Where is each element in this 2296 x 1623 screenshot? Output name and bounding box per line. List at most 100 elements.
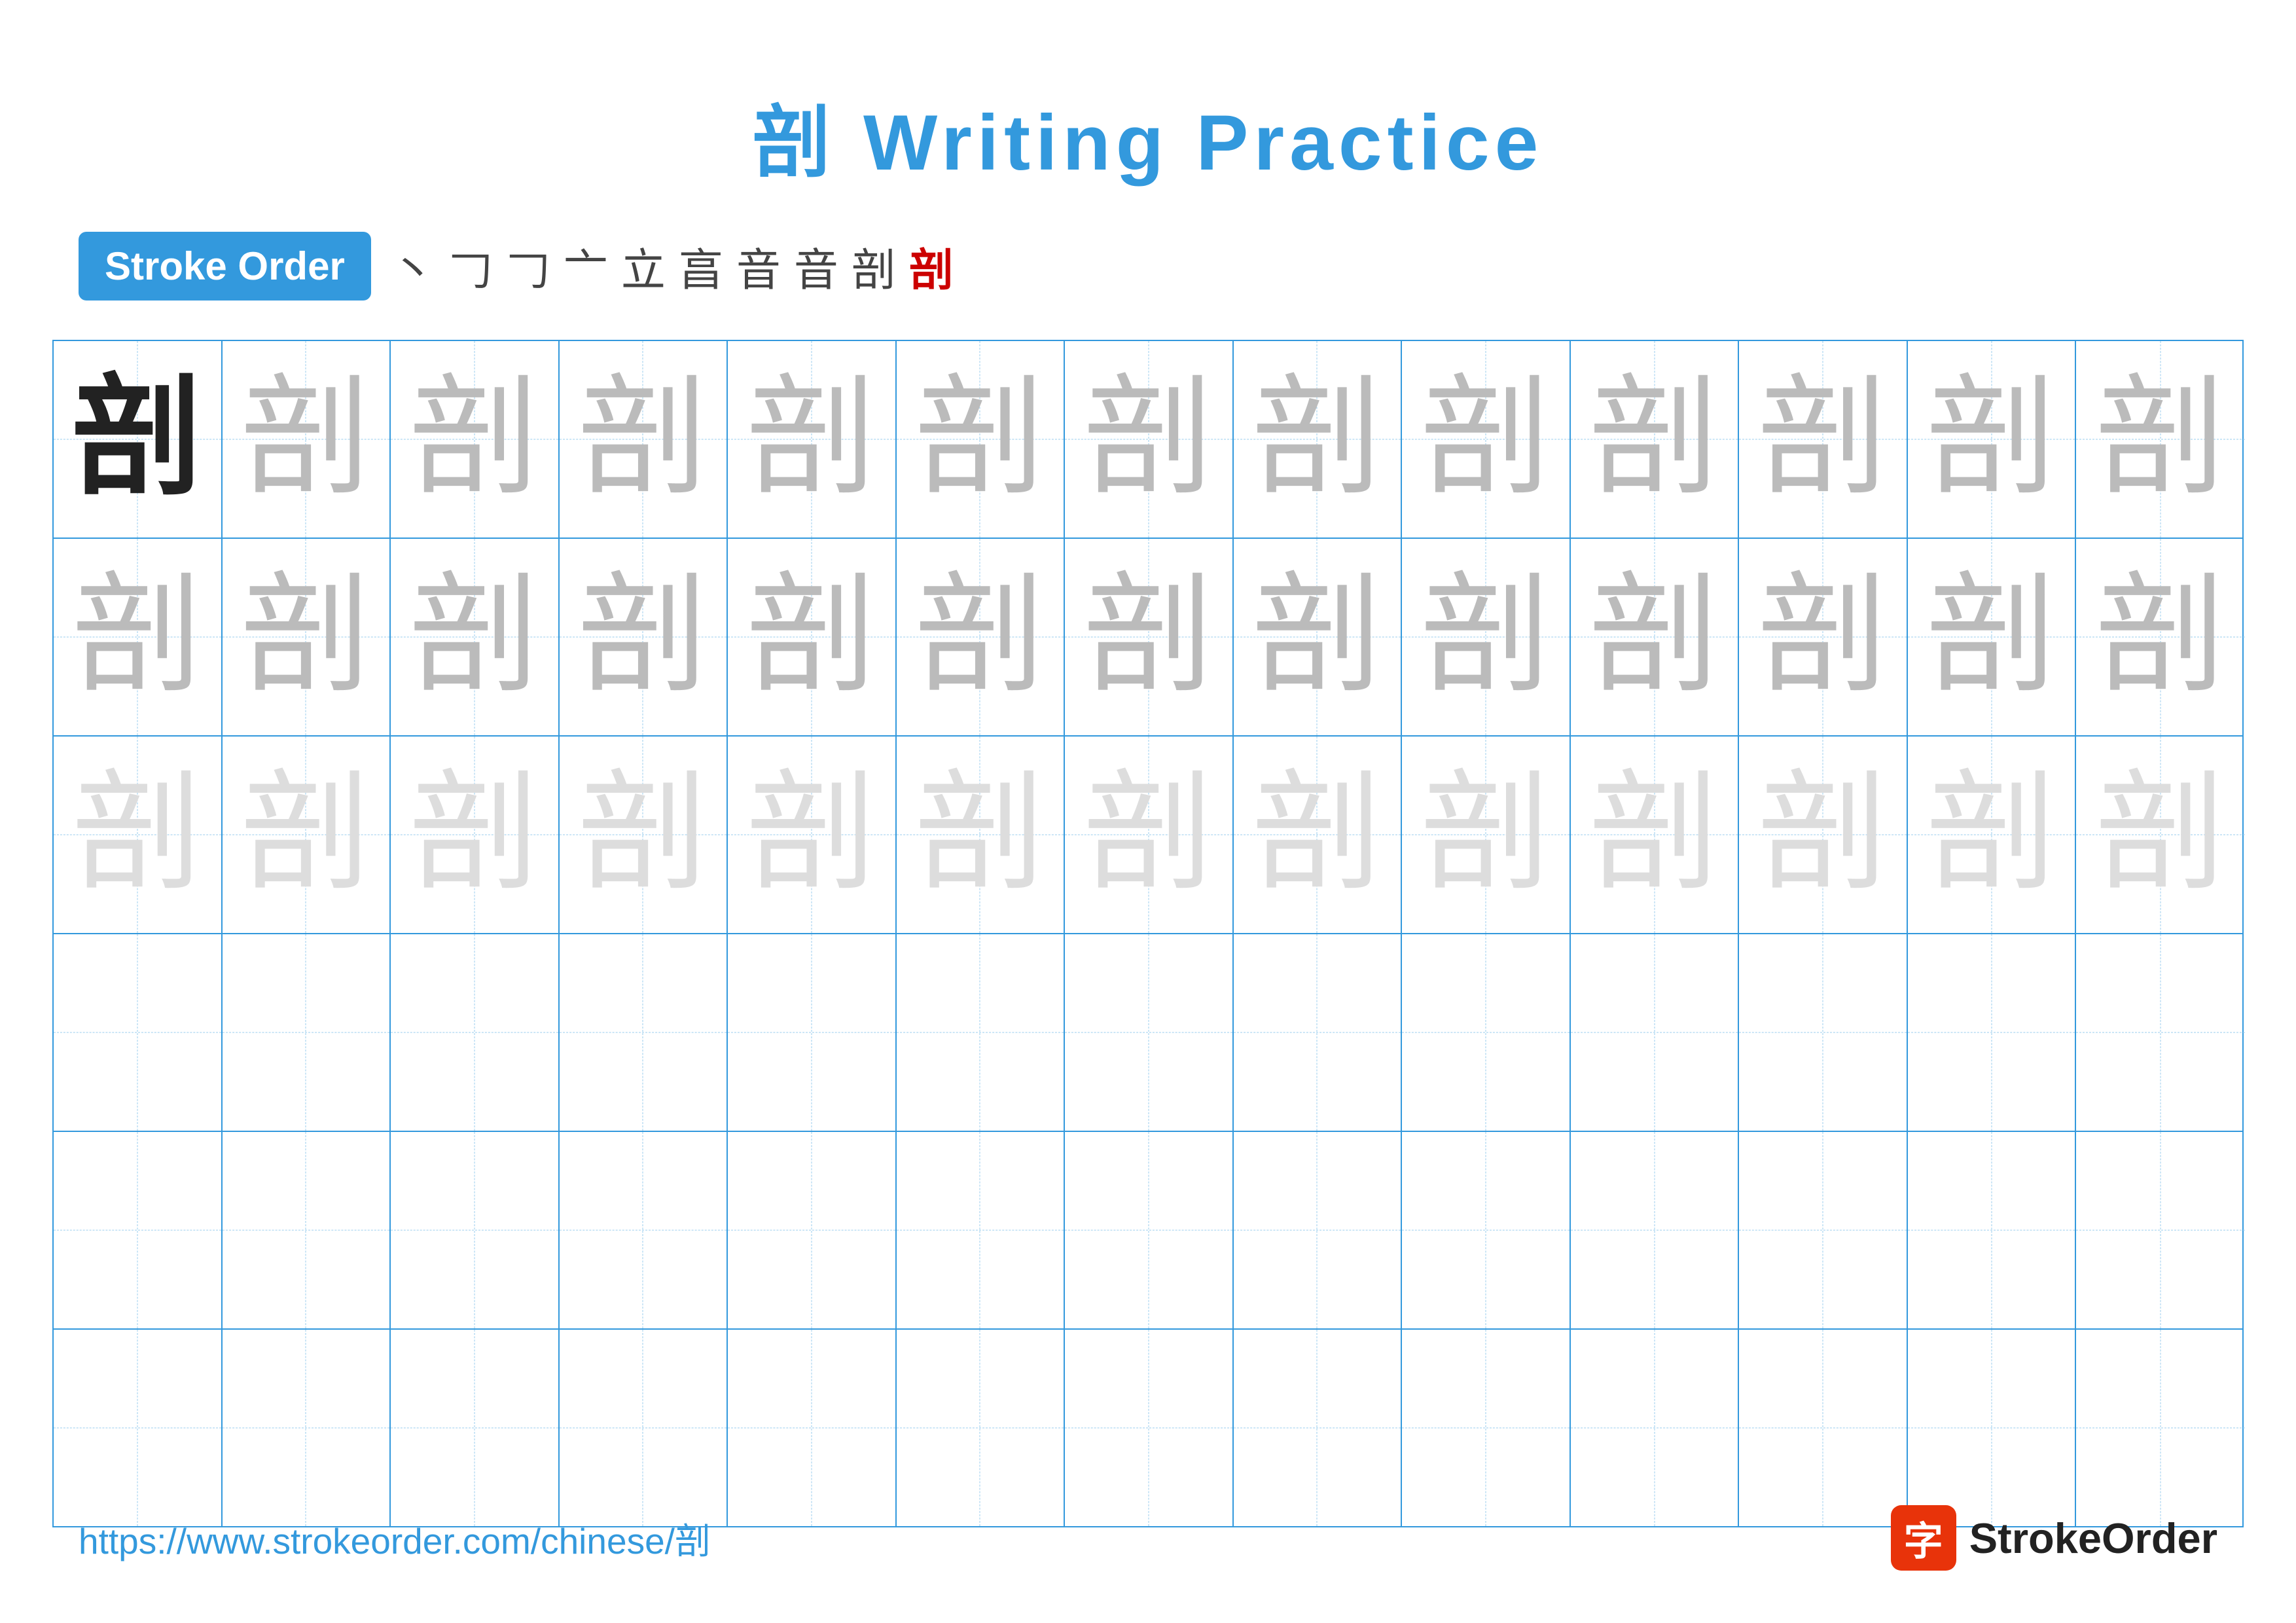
char-medium: 剖 — [409, 572, 540, 702]
grid-cell[interactable] — [560, 934, 728, 1131]
char-medium: 剖 — [1420, 572, 1551, 702]
grid-cell[interactable] — [728, 934, 897, 1131]
grid-cell[interactable] — [223, 1132, 391, 1328]
char-light: 剖 — [1757, 769, 1888, 900]
grid-cell[interactable]: 剖 — [223, 737, 391, 933]
grid-cell[interactable]: 剖 — [391, 539, 560, 735]
grid-cell[interactable]: 剖 — [1908, 737, 2077, 933]
grid-cell[interactable] — [1908, 1132, 2077, 1328]
grid-cell[interactable] — [1234, 1330, 1403, 1526]
char-medium: 剖 — [240, 374, 371, 505]
grid-row-2: 剖 剖 剖 剖 剖 剖 剖 剖 剖 剖 剖 剖 剖 — [54, 539, 2242, 737]
grid-cell[interactable]: 剖 — [1571, 539, 1740, 735]
grid-cell[interactable]: 剖 — [1234, 341, 1403, 538]
grid-cell[interactable]: 剖 — [1739, 539, 1908, 735]
grid-cell[interactable]: 剖 — [2076, 737, 2245, 933]
grid-cell[interactable] — [560, 1132, 728, 1328]
grid-cell[interactable] — [391, 1132, 560, 1328]
grid-cell[interactable] — [897, 1330, 1066, 1526]
grid-cell[interactable] — [1908, 934, 2077, 1131]
grid-cell[interactable] — [223, 1330, 391, 1526]
stroke-sequence: 丶 𠃌 𠃌 亠 立 亯 音 音 剖 剖 — [391, 234, 954, 299]
grid-cell[interactable]: 剖 — [728, 737, 897, 933]
grid-cell[interactable]: 剖 — [1402, 341, 1571, 538]
stroke-order-badge: Stroke Order — [79, 232, 371, 301]
grid-cell[interactable] — [1065, 1330, 1234, 1526]
grid-cell[interactable]: 剖 — [897, 341, 1066, 538]
grid-cell[interactable]: 剖 — [1402, 539, 1571, 735]
grid-cell[interactable] — [1739, 1132, 1908, 1328]
char-medium: 剖 — [1926, 374, 2057, 505]
grid-cell[interactable]: 剖 — [560, 341, 728, 538]
grid-cell[interactable]: 剖 — [54, 539, 223, 735]
grid-cell[interactable]: 剖 — [1065, 341, 1234, 538]
grid-cell[interactable] — [1234, 1132, 1403, 1328]
grid-cell[interactable] — [2076, 934, 2245, 1131]
grid-cell[interactable] — [2076, 1132, 2245, 1328]
grid-cell[interactable] — [560, 1330, 728, 1526]
grid-cell[interactable]: 剖 — [54, 737, 223, 933]
stroke-3: 𠃌 — [506, 234, 550, 299]
grid-cell[interactable] — [1402, 1132, 1571, 1328]
grid-cell[interactable] — [1234, 934, 1403, 1131]
grid-cell[interactable]: 剖 — [2076, 341, 2245, 538]
char-medium: 剖 — [1757, 374, 1888, 505]
char-medium: 剖 — [577, 374, 708, 505]
grid-cell[interactable] — [54, 1132, 223, 1328]
practice-grid: 剖 剖 剖 剖 剖 剖 剖 剖 剖 剖 剖 剖 剖 剖 剖 剖 剖 剖 剖 剖 … — [52, 340, 2244, 1527]
grid-cell[interactable] — [1065, 934, 1234, 1131]
grid-cell[interactable]: 剖 — [391, 737, 560, 933]
footer-logo: 字 StrokeOrder — [1891, 1505, 2217, 1571]
grid-cell[interactable]: 剖 — [1908, 539, 2077, 735]
grid-cell[interactable]: 剖 — [1065, 737, 1234, 933]
grid-cell[interactable] — [1571, 1132, 1740, 1328]
grid-cell[interactable]: 剖 — [1571, 341, 1740, 538]
grid-cell[interactable] — [1065, 1132, 1234, 1328]
grid-cell[interactable]: 剖 — [391, 341, 560, 538]
grid-cell[interactable] — [1402, 934, 1571, 1131]
grid-cell[interactable] — [1908, 1330, 2077, 1526]
grid-cell[interactable]: 剖 — [1065, 539, 1234, 735]
grid-cell[interactable]: 剖 — [560, 737, 728, 933]
grid-cell[interactable]: 剖 — [1571, 737, 1740, 933]
grid-cell[interactable] — [897, 1132, 1066, 1328]
grid-cell[interactable]: 剖 — [728, 341, 897, 538]
char-light: 剖 — [72, 769, 203, 900]
char-light: 剖 — [1251, 769, 1382, 900]
grid-cell[interactable]: 剖 — [2076, 539, 2245, 735]
grid-cell[interactable] — [897, 934, 1066, 1131]
grid-cell[interactable] — [54, 934, 223, 1131]
char-medium: 剖 — [1757, 572, 1888, 702]
grid-cell[interactable] — [391, 934, 560, 1131]
grid-cell[interactable] — [1739, 934, 1908, 1131]
grid-cell[interactable] — [1571, 1330, 1740, 1526]
grid-cell[interactable] — [1739, 1330, 1908, 1526]
grid-cell[interactable]: 剖 — [1234, 737, 1403, 933]
grid-cell[interactable]: 剖 — [54, 341, 223, 538]
grid-cell[interactable]: 剖 — [223, 539, 391, 735]
grid-cell[interactable] — [223, 934, 391, 1131]
grid-row-3: 剖 剖 剖 剖 剖 剖 剖 剖 剖 剖 剖 剖 剖 — [54, 737, 2242, 934]
grid-cell[interactable]: 剖 — [560, 539, 728, 735]
grid-cell[interactable] — [2076, 1330, 2245, 1526]
grid-cell[interactable] — [728, 1330, 897, 1526]
grid-cell[interactable]: 剖 — [897, 539, 1066, 735]
grid-cell[interactable] — [54, 1330, 223, 1526]
grid-cell[interactable]: 剖 — [1739, 737, 1908, 933]
grid-cell[interactable]: 剖 — [223, 341, 391, 538]
char-medium: 剖 — [746, 374, 877, 505]
grid-cell[interactable]: 剖 — [1234, 539, 1403, 735]
char-light: 剖 — [240, 769, 371, 900]
grid-cell[interactable]: 剖 — [1739, 341, 1908, 538]
grid-cell[interactable] — [1571, 934, 1740, 1131]
stroke-5: 立 — [621, 234, 666, 299]
grid-cell[interactable] — [391, 1330, 560, 1526]
grid-cell[interactable]: 剖 — [728, 539, 897, 735]
char-medium: 剖 — [1251, 572, 1382, 702]
grid-cell[interactable]: 剖 — [1908, 341, 2077, 538]
grid-cell[interactable] — [728, 1132, 897, 1328]
grid-cell[interactable] — [1402, 1330, 1571, 1526]
grid-cell[interactable]: 剖 — [1402, 737, 1571, 933]
stroke-order-section: Stroke Order 丶 𠃌 𠃌 亠 立 亯 音 音 剖 剖 — [0, 232, 2296, 301]
grid-cell[interactable]: 剖 — [897, 737, 1066, 933]
